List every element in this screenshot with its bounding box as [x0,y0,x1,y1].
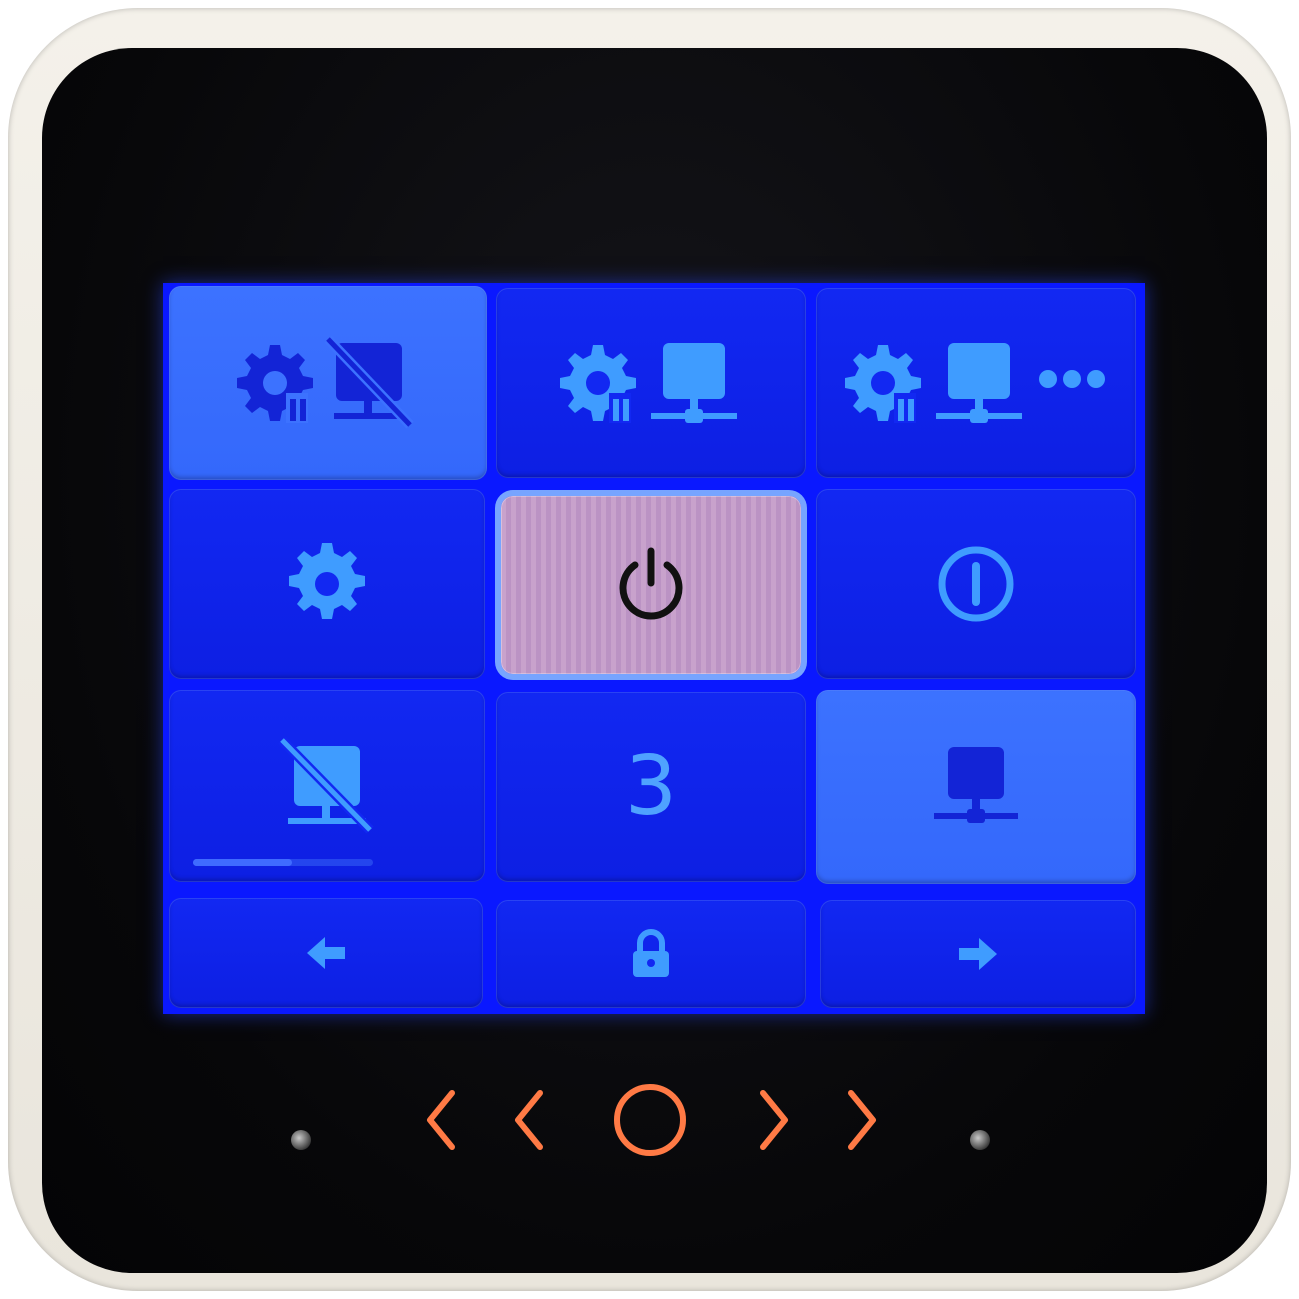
power-icon [619,547,683,620]
gear-pause-icon [845,343,1105,423]
chevron-left-icon[interactable] [420,1085,460,1155]
monitor-network-icon [934,747,1018,823]
tile-settings[interactable] [169,489,485,679]
power-on-off-icon [938,546,1014,622]
progress-fill [193,859,292,866]
monitor-network-icon [651,343,737,423]
gear-pause-icon [237,335,414,429]
monitor-network-off-icon [278,736,374,834]
nav-forward-button[interactable] [820,900,1136,1008]
gear-pause-icon [560,343,737,423]
counter-value: 3 [624,739,678,834]
lock-button[interactable] [496,900,806,1008]
touch-screen: 3 [163,283,1145,1014]
touch-key-row [0,1075,1299,1175]
tile-gear-pause-monitor-more[interactable] [816,288,1136,478]
chevron-right-icon[interactable] [755,1085,795,1155]
left-sensor [291,1130,311,1150]
more-dots-icon [1039,370,1105,388]
arrow-right-icon [959,938,997,970]
arrow-left-icon [307,937,345,969]
tile-gear-pause-monitor-off[interactable] [169,286,487,480]
tile-monitor-off-progress[interactable] [169,690,485,882]
monitor-network-off-icon [324,335,414,429]
tile-monitor-network[interactable] [816,690,1136,884]
chevron-right-icon[interactable] [843,1085,883,1155]
chevron-left-icon[interactable] [508,1085,548,1155]
lock-icon [633,929,669,977]
gear-icon [289,543,365,619]
circle-icon[interactable] [610,1080,690,1160]
right-sensor [970,1130,990,1150]
monitor-network-icon [936,343,1022,423]
tile-power-selected[interactable] [501,496,801,674]
tile-counter[interactable]: 3 [496,692,806,882]
tile-gear-pause-monitor[interactable] [496,288,806,478]
nav-back-button[interactable] [169,898,483,1008]
tile-power-on-off[interactable] [816,489,1136,679]
progress-bar [193,859,373,866]
